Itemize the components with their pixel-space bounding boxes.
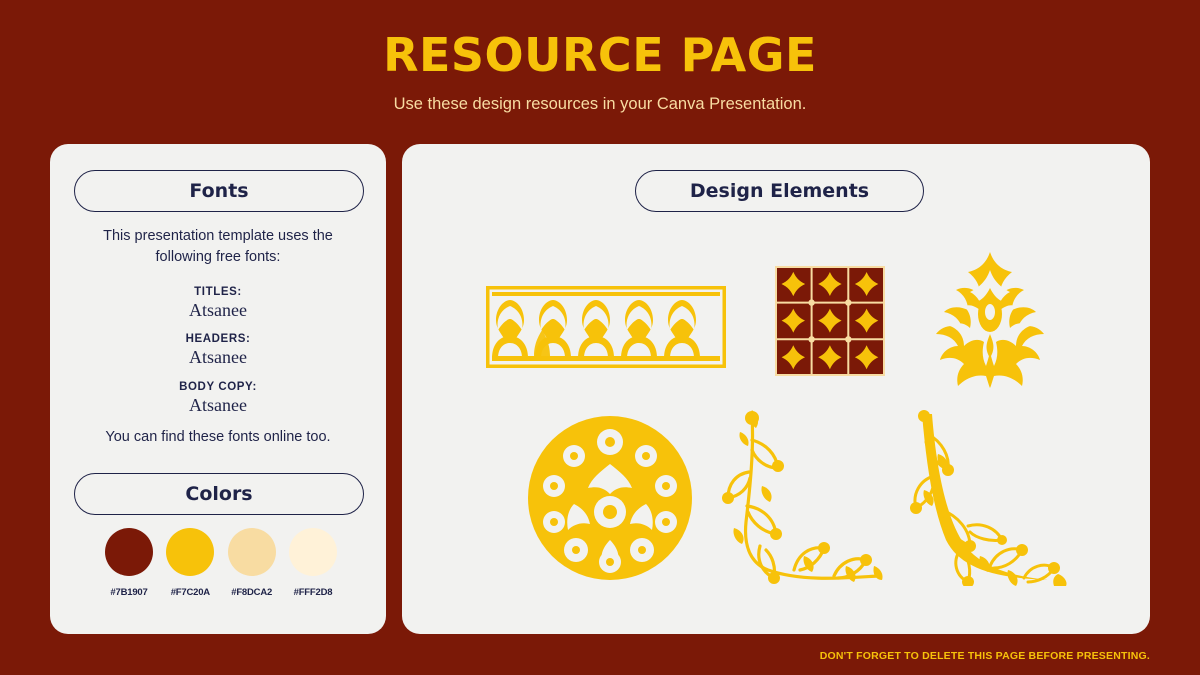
font-entry-label: TITLES: [194,286,242,298]
color-swatch-item: #7B1907 [101,528,157,598]
font-entry-value: Atsanee [189,300,247,320]
font-entry-label: HEADERS: [185,333,251,345]
font-entry-headers: HEADERS: Atsanee [74,333,362,368]
color-swatch-code: #FFF2D8 [293,587,333,598]
font-entry-label: BODY COPY: [179,381,257,393]
font-entry-body-copy: BODY COPY: Atsanee [74,381,362,416]
color-swatch-circle [288,528,337,576]
fonts-intro-text: This presentation template uses the foll… [103,228,333,265]
fonts-online-note: You can find these fonts online too. [105,429,331,445]
color-swatch-item: #F8DCA2 [224,528,280,598]
color-swatch-item: #F7C20A [162,528,218,598]
slide-canvas: RESOURCE PAGE Use these design resources… [0,0,1200,675]
ornamental-border-strip [484,284,728,370]
font-entry-value: Atsanee [189,395,247,415]
damask-ornament [920,248,1060,390]
footer-note: DON'T FORGET TO DELETE THIS PAGE BEFORE … [819,650,1150,662]
color-swatch-circle [227,528,276,576]
color-swatch-circle [105,528,153,576]
page-title: RESOURCE PAGE [383,28,817,82]
fonts-heading-pill: Fonts [74,170,364,212]
font-entry-value: Atsanee [189,347,247,367]
floral-corner-flourish-right [898,410,1068,588]
page-subtitle: Use these design resources in your Canva… [393,95,807,113]
color-swatch-code: #7B1907 [110,587,148,598]
font-entry-titles: TITLES: Atsanee [74,286,362,321]
floral-circle-medallion [524,412,696,584]
floral-corner-flourish-left [716,410,886,586]
color-swatch-code: #F8DCA2 [231,587,273,598]
color-swatch-circle [166,528,215,576]
color-swatch-item: #FFF2D8 [285,528,341,598]
design-elements-heading-pill: Design Elements [635,170,924,212]
color-swatch-list: #7B1907 #F7C20A #F8DCA2 #FFF2D8 [101,528,341,598]
patterned-tile-square [775,266,885,376]
colors-heading-pill: Colors [74,473,364,515]
color-swatch-code: #F7C20A [170,587,210,598]
